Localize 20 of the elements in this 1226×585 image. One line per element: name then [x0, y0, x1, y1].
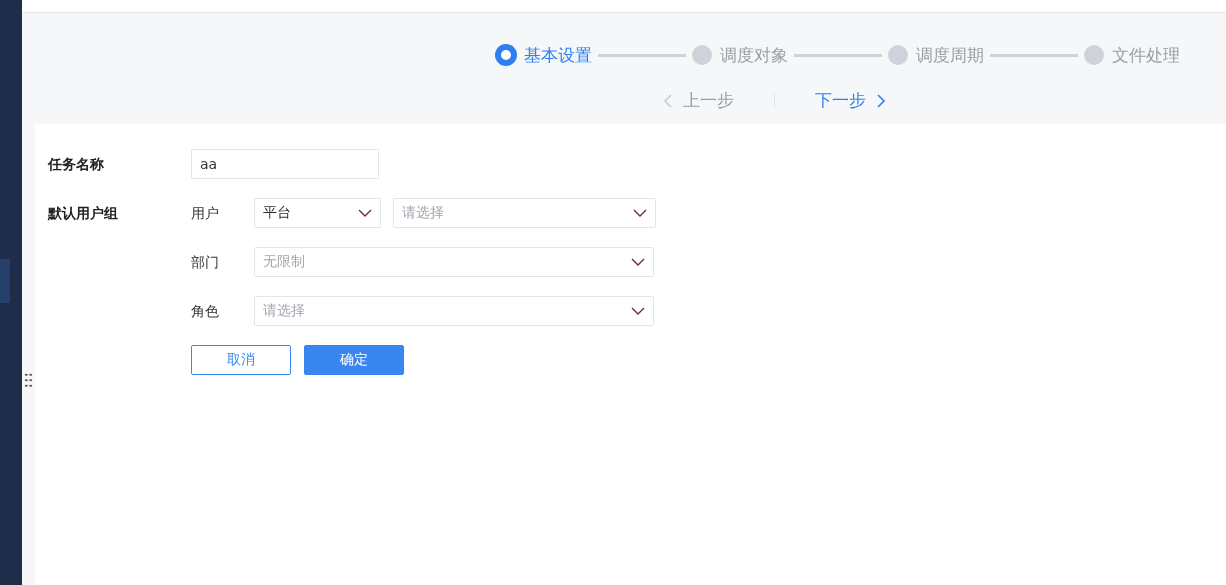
select-field[interactable]: 平台 — [254, 198, 381, 228]
step-label[interactable]: 基本设置 — [524, 43, 592, 67]
step-label[interactable]: 调度周期 — [916, 43, 984, 67]
field-label: 默认用户组 — [48, 204, 119, 223]
field-label: 部门 — [191, 253, 220, 272]
step-label[interactable]: 调度对象 — [720, 43, 788, 67]
field-label: 角色 — [191, 302, 220, 321]
chevron-right-icon — [875, 92, 886, 109]
field-label: 用户 — [191, 204, 220, 223]
select-field[interactable]: 请选择 — [393, 198, 656, 228]
cancel-button[interactable]: 取消 — [191, 345, 291, 375]
confirm-button[interactable]: 确定 — [304, 345, 404, 375]
select-field[interactable]: 无限制 — [254, 247, 654, 277]
step-label[interactable]: 文件处理 — [1112, 43, 1180, 67]
field-label: 任务名称 — [48, 155, 105, 174]
next-button[interactable]: 下一步 — [814, 89, 886, 112]
drag-handle-icon[interactable] — [24, 372, 33, 388]
chevron-left-icon — [662, 92, 673, 109]
select-field[interactable]: 请选择 — [254, 296, 654, 326]
task-name-field[interactable]: aa — [191, 149, 379, 179]
